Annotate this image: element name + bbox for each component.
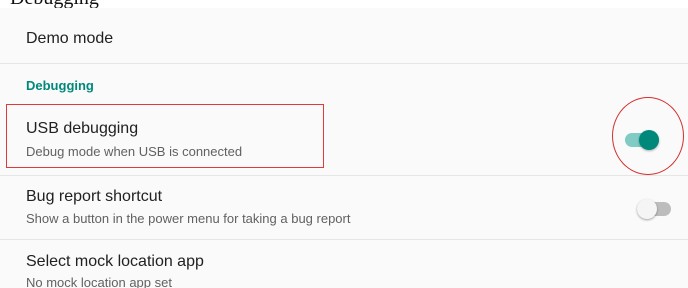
toggle-thumb [637,199,657,219]
bug-report-shortcut-title: Bug report shortcut [26,188,163,205]
annotation-highlight-box [6,104,324,168]
cropped-caption: Debugging [10,0,99,8]
mock-location-row[interactable]: Select mock location app No mock locatio… [0,240,688,288]
demo-mode-row[interactable]: Demo mode [0,8,688,64]
bug-report-shortcut-row[interactable]: Bug report shortcut Show a button in the… [0,176,688,240]
annotation-highlight-circle [612,97,684,175]
section-header-debugging: Debugging [26,78,94,93]
mock-location-summary: No mock location app set [26,275,172,288]
bug-report-shortcut-toggle[interactable] [637,199,671,219]
debugging-section: Debugging [0,64,688,104]
bug-report-shortcut-summary: Show a button in the power menu for taki… [26,211,351,226]
screenshot-page: Debugging Demo mode Debugging USB debugg… [0,0,688,288]
mock-location-title: Select mock location app [26,253,204,270]
demo-mode-title: Demo mode [26,30,114,47]
